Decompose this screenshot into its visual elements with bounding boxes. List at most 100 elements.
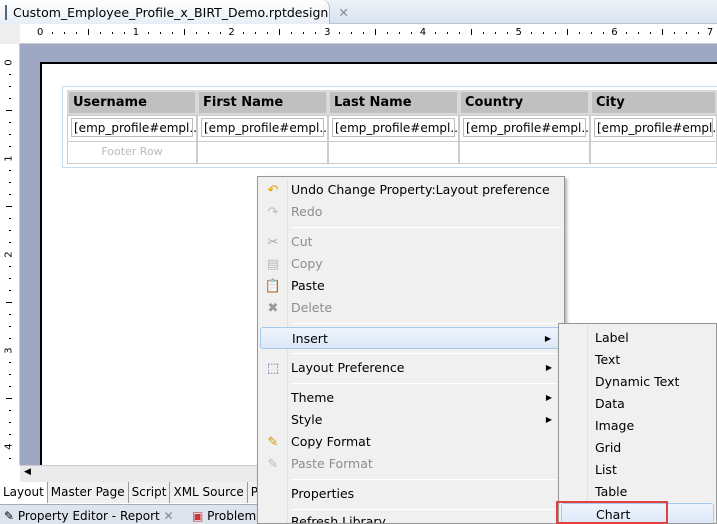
tab-master-page[interactable]: Master Page — [48, 482, 129, 503]
ruler-tick — [112, 32, 113, 34]
table-header-cell[interactable]: Username — [67, 90, 197, 115]
table-data-cell[interactable]: [emp_profile#empl...] — [328, 115, 459, 142]
menu-separator — [291, 509, 561, 510]
context-menu: ↶ Undo Change Property:Layout preference ↷… — [257, 176, 565, 524]
menu-item-label: Copy Format — [291, 434, 371, 449]
menu-item-label: Label — [595, 330, 629, 345]
menu-item-layout-preference[interactable]: ⬚ Layout Preference ▶ — [260, 357, 562, 379]
ruler-tick — [159, 32, 161, 34]
ruler-tick — [566, 29, 568, 35]
table-footer-cell[interactable] — [590, 141, 717, 164]
ruler-tick — [9, 98, 11, 99]
menu-item-cut[interactable]: ✂ Cut — [260, 231, 562, 253]
menu-item-theme[interactable]: Theme ▶ — [260, 387, 562, 409]
table-footer-cell[interactable] — [197, 141, 328, 164]
editor-tab[interactable]: Custom_Employee_Profile_x_BIRT_Demo.rptd… — [0, 0, 349, 24]
horizontal-ruler: 0 1 2 3 4 5 6 7 — [20, 24, 717, 44]
ruler-tick — [650, 32, 652, 34]
menu-item-properties[interactable]: Properties — [260, 483, 562, 505]
menu-separator — [291, 479, 561, 480]
menu-item-redo[interactable]: ↷ Redo — [260, 201, 562, 223]
ruler-tick — [9, 194, 11, 195]
data-field[interactable]: [emp_profile#empl...] — [594, 118, 716, 137]
menu-item-label: Data — [595, 396, 625, 411]
scroll-left-icon[interactable]: ◀ — [24, 467, 31, 477]
menu-separator — [291, 323, 561, 324]
insert-item-list[interactable]: List — [561, 459, 714, 481]
ruler-tick — [387, 32, 389, 34]
data-field[interactable]: [emp_profile#empl...] — [201, 118, 327, 137]
ruler-tick — [219, 32, 221, 34]
insert-item-grid[interactable]: Grid — [561, 437, 714, 459]
insert-item-table[interactable]: Table — [561, 481, 714, 503]
table-header-cell[interactable]: City — [590, 90, 717, 115]
ruler-tick — [88, 29, 89, 35]
table-header-cell[interactable]: First Name — [197, 90, 328, 115]
menu-item-copy[interactable]: ▤ Copy — [260, 253, 562, 275]
table-data-cell[interactable]: [emp_profile#empl...] — [67, 115, 197, 142]
menu-item-label: Layout Preference — [291, 360, 405, 375]
ruler-tick — [363, 32, 365, 34]
ruler-tick — [315, 32, 317, 34]
insert-item-dynamic-text[interactable]: Dynamic Text — [561, 371, 714, 393]
ruler-tick — [291, 32, 293, 34]
vertical-ruler: 0 1 2 3 4 — [0, 44, 20, 465]
table-footer-cell[interactable]: Footer Row — [67, 141, 197, 164]
ruler-h-label: 5 — [515, 27, 522, 38]
tab-property-editor[interactable]: ✎ Property Editor - Report ✕ — [4, 509, 174, 523]
menu-item-style[interactable]: Style ▶ — [260, 409, 562, 431]
ruler-tick — [9, 170, 11, 171]
close-icon[interactable]: ✕ — [338, 5, 348, 20]
copy-format-icon: ✎ — [267, 435, 279, 450]
table-footer-cell[interactable] — [459, 141, 590, 164]
ruler-tick — [9, 122, 11, 123]
tab-script[interactable]: Script — [129, 482, 171, 503]
tab-layout[interactable]: Layout — [0, 482, 48, 503]
menu-item-label: Grid — [595, 440, 622, 455]
menu-item-paste-format[interactable]: ✎ Paste Format — [260, 453, 562, 475]
menu-item-label: Refresh Library — [291, 514, 386, 524]
ruler-tick — [674, 32, 676, 34]
ruler-tick — [411, 32, 413, 34]
table-header-cell[interactable]: Country — [459, 90, 590, 115]
data-field[interactable]: [emp_profile#empl...] — [71, 118, 196, 137]
table-data-cell[interactable]: [emp_profile#empl...] — [590, 115, 717, 142]
ruler-tick — [9, 362, 11, 363]
ruler-tick — [64, 32, 65, 34]
menu-item-copy-format[interactable]: ✎ Copy Format — [260, 431, 562, 453]
menu-item-refresh-library[interactable]: Refresh Library — [260, 511, 562, 524]
insert-item-label[interactable]: Label — [561, 327, 714, 349]
tab-xml-source[interactable]: XML Source — [170, 482, 248, 503]
menu-item-undo-change-property-layout-preference[interactable]: ↶ Undo Change Property:Layout preference — [260, 179, 562, 201]
ruler-tick — [6, 206, 12, 207]
data-field[interactable]: [emp_profile#empl...] — [332, 118, 458, 137]
ruler-h-label: 2 — [228, 27, 235, 38]
table-data-cell[interactable]: [emp_profile#empl...] — [459, 115, 590, 142]
close-icon[interactable]: ✕ — [164, 509, 174, 523]
ruler-tick — [9, 326, 11, 327]
ruler-tick — [243, 32, 245, 34]
ruler-tick — [6, 110, 12, 111]
tab-problems[interactable]: ▣ Problem — [192, 509, 256, 523]
ruler-v-label: 0 — [3, 59, 15, 66]
menu-item-delete[interactable]: ✖ Delete — [260, 297, 562, 319]
menu-item-label: Redo — [291, 204, 323, 219]
ruler-tick — [626, 32, 628, 34]
insert-item-data[interactable]: Data — [561, 393, 714, 415]
tab-property-editor-label: Property Editor - Report — [17, 509, 160, 523]
editor-bottom-tabs: Layout Master Page Script XML Source Pre… — [0, 482, 281, 503]
table-header-cell[interactable]: Last Name — [328, 90, 459, 115]
ruler-tick — [6, 302, 12, 303]
menu-item-insert[interactable]: Insert ▶ — [260, 327, 562, 349]
ruler-h-label: 6 — [611, 27, 618, 38]
horizontal-scrollbar[interactable]: ◀ — [20, 465, 265, 482]
insert-item-text[interactable]: Text — [561, 349, 714, 371]
ruler-tick — [399, 32, 401, 34]
data-field[interactable]: [emp_profile#empl...] — [463, 118, 589, 137]
insert-item-image[interactable]: Image — [561, 415, 714, 437]
submenu-arrow-icon: ▶ — [545, 393, 552, 402]
menu-item-label: Style — [291, 412, 323, 427]
menu-item-paste[interactable]: 📋 Paste — [260, 275, 562, 297]
table-data-cell[interactable]: [emp_profile#empl...] — [197, 115, 328, 142]
table-footer-cell[interactable] — [328, 141, 459, 164]
